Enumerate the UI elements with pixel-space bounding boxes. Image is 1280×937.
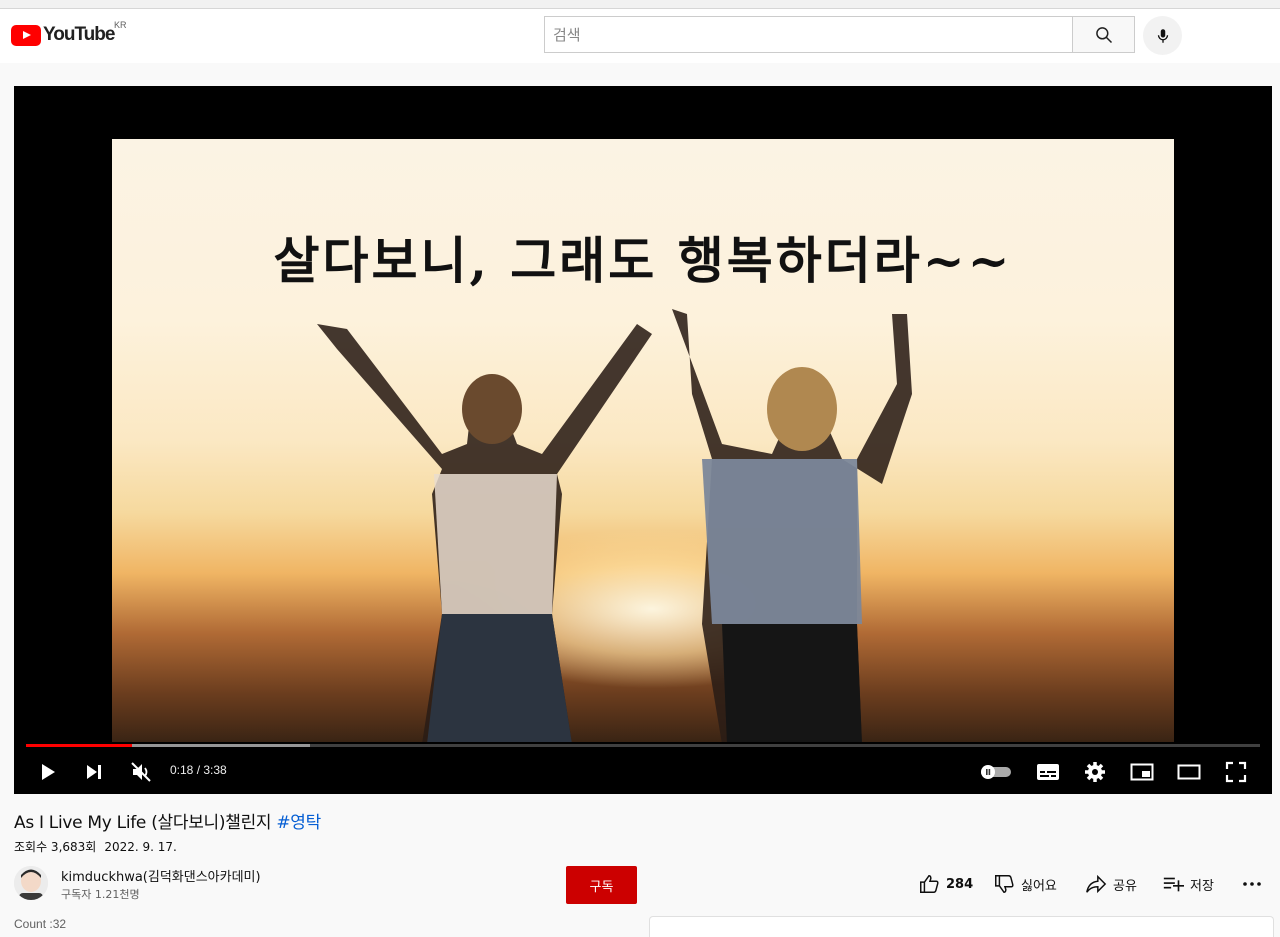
- search-input[interactable]: [545, 17, 1072, 52]
- thumbs-down-icon: [995, 875, 1014, 893]
- settings-button[interactable]: [1081, 758, 1109, 786]
- video-figures-image: [317, 309, 912, 742]
- video-title-text: As I Live My Life (살다보니)챌린지: [14, 813, 277, 833]
- share-icon: [1086, 874, 1107, 894]
- mute-icon: [131, 762, 151, 782]
- like-button[interactable]: 284: [918, 872, 973, 896]
- more-actions-button[interactable]: [1242, 872, 1268, 896]
- progress-bar[interactable]: [26, 744, 1260, 747]
- video-player[interactable]: 살다보니, 그래도 행복하더라~~ 0:18 / 3:38: [14, 86, 1272, 794]
- fullscreen-button[interactable]: [1222, 758, 1250, 786]
- dislike-label: 싫어요: [1021, 878, 1057, 894]
- thumbs-up-icon: [920, 875, 939, 893]
- channel-name[interactable]: kimduckhwa(김덕화댄스아카데미): [61, 866, 261, 885]
- autoplay-toggle-icon: [981, 765, 1011, 779]
- video-caption: 살다보니, 그래도 행복하더라~~: [273, 231, 1013, 290]
- subscribe-button[interactable]: 구독: [566, 866, 637, 904]
- save-button[interactable]: 저장: [1162, 872, 1214, 896]
- voice-search-button[interactable]: [1143, 16, 1182, 55]
- time-total: 3:38: [203, 763, 227, 777]
- subscriber-count: 구독자 1.21천명: [61, 888, 140, 901]
- share-label: 공유: [1113, 878, 1137, 894]
- masthead: YouTube KR: [0, 9, 1280, 63]
- channel-avatar[interactable]: [14, 866, 48, 900]
- miniplayer-button[interactable]: [1128, 758, 1156, 786]
- hashtag-link[interactable]: #영탁: [276, 813, 321, 833]
- time-display: 0:18 / 3:38: [170, 763, 227, 777]
- mute-button[interactable]: [127, 758, 155, 786]
- browser-top-strip: [0, 0, 1280, 9]
- play-icon: [42, 764, 55, 780]
- subtitles-button[interactable]: [1034, 758, 1062, 786]
- search-button[interactable]: [1072, 16, 1135, 53]
- play-button[interactable]: [34, 758, 62, 786]
- side-panel-box: [649, 916, 1274, 937]
- save-label: 저장: [1190, 878, 1214, 894]
- like-count: 284: [946, 876, 974, 892]
- fullscreen-icon: [1225, 761, 1247, 783]
- autoplay-toggle[interactable]: [978, 758, 1014, 786]
- country-code: KR: [114, 20, 127, 30]
- player-controls: 0:18 / 3:38: [14, 748, 1272, 794]
- youtube-play-logo-icon: [11, 24, 41, 46]
- settings-icon: [1085, 762, 1105, 782]
- view-count: 조회수 3,683회: [14, 840, 97, 854]
- next-icon: [87, 765, 101, 779]
- avatar-image: [14, 866, 48, 900]
- search-icon: [1095, 26, 1112, 43]
- search-box: [544, 16, 1072, 53]
- video-meta: 조회수 3,683회 2022. 9. 17.: [14, 838, 185, 855]
- upload-date: 2022. 9. 17.: [104, 840, 177, 854]
- time-current: 0:18: [170, 763, 194, 777]
- subtitles-icon: [1037, 764, 1059, 780]
- more-icon: [1243, 882, 1261, 886]
- share-button[interactable]: 공유: [1085, 872, 1137, 896]
- theater-mode-button[interactable]: [1175, 758, 1203, 786]
- theater-icon: [1177, 764, 1201, 780]
- miniplayer-icon: [1130, 763, 1154, 781]
- progress-played: [26, 744, 133, 747]
- logo-wordmark: YouTube: [43, 24, 115, 45]
- time-separator: /: [193, 763, 204, 777]
- next-button[interactable]: [80, 758, 108, 786]
- youtube-logo[interactable]: YouTube KR: [11, 20, 127, 46]
- dislike-button[interactable]: 싫어요: [993, 872, 1057, 896]
- video-frame[interactable]: 살다보니, 그래도 행복하더라~~: [112, 139, 1174, 742]
- video-title: As I Live My Life (살다보니)챌린지 #영탁: [14, 808, 321, 833]
- mic-icon: [1157, 28, 1168, 43]
- save-playlist-icon: [1163, 877, 1184, 892]
